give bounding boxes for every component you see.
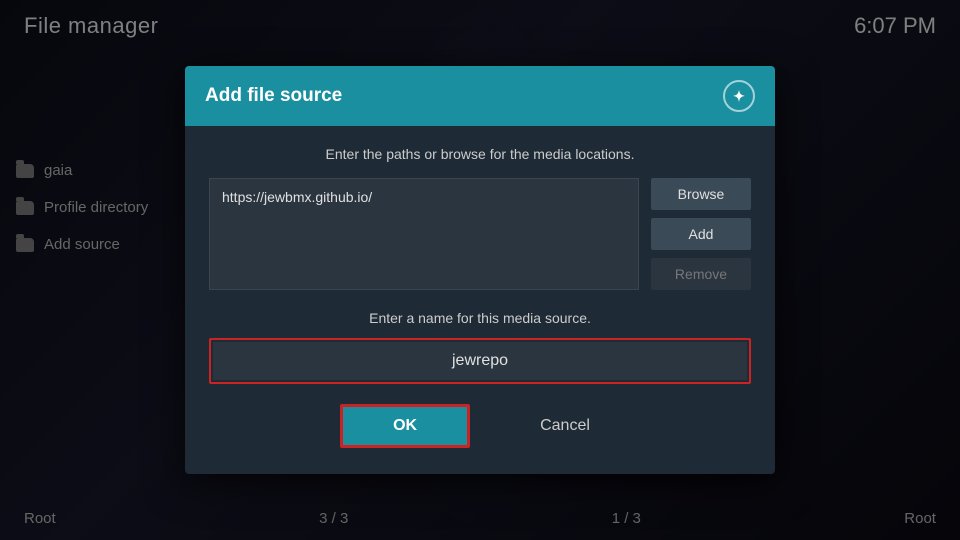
path-row: https://jewbmx.github.io/ Browse Add Rem…: [209, 178, 751, 290]
remove-button: Remove: [651, 258, 751, 290]
path-input-box[interactable]: https://jewbmx.github.io/: [209, 178, 639, 290]
path-buttons: Browse Add Remove: [651, 178, 751, 290]
ok-button[interactable]: OK: [340, 404, 470, 448]
dialog-title: Add file source: [205, 85, 342, 107]
add-button[interactable]: Add: [651, 218, 751, 250]
dialog-body: Enter the paths or browse for the media …: [185, 126, 775, 474]
browse-button[interactable]: Browse: [651, 178, 751, 210]
name-label: Enter a name for this media source.: [209, 310, 751, 326]
name-input[interactable]: [213, 342, 747, 380]
kodi-icon: ✦: [723, 80, 755, 112]
add-file-source-dialog: Add file source ✦ Enter the paths or bro…: [185, 66, 775, 474]
name-input-wrapper: [209, 338, 751, 384]
dialog-subtitle: Enter the paths or browse for the media …: [209, 146, 751, 162]
dialog-header: Add file source ✦: [185, 66, 775, 126]
path-value: https://jewbmx.github.io/: [222, 189, 372, 205]
cancel-button[interactable]: Cancel: [510, 404, 620, 448]
modal-overlay: Add file source ✦ Enter the paths or bro…: [0, 0, 960, 540]
dialog-actions: OK Cancel: [209, 404, 751, 454]
